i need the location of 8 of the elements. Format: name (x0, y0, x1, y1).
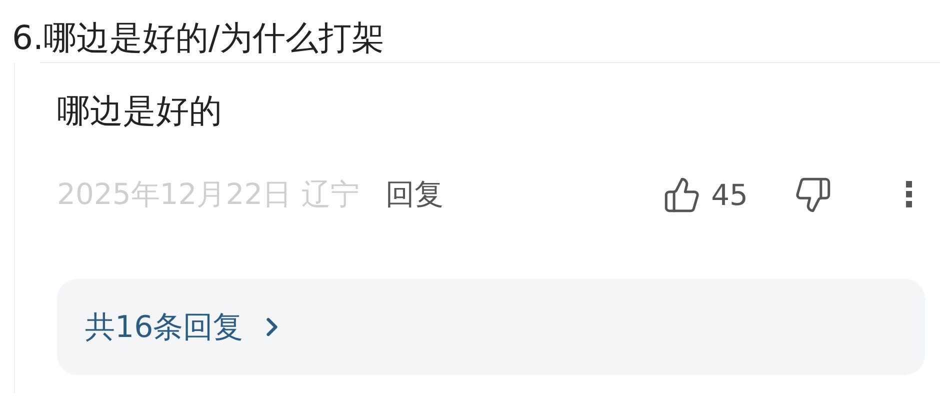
more-menu-button[interactable]: ⋮ (892, 175, 926, 215)
dislike-icon[interactable] (794, 176, 832, 214)
like-count: 45 (711, 178, 748, 212)
comment-text: 哪边是好的 (57, 90, 223, 132)
reply-button[interactable]: 回复 (386, 175, 444, 215)
like-icon[interactable] (663, 176, 702, 214)
view-replies-button[interactable]: 共16条回复 (57, 279, 925, 375)
post-title: 6.哪边是好的/为什么打架 (11, 17, 386, 59)
